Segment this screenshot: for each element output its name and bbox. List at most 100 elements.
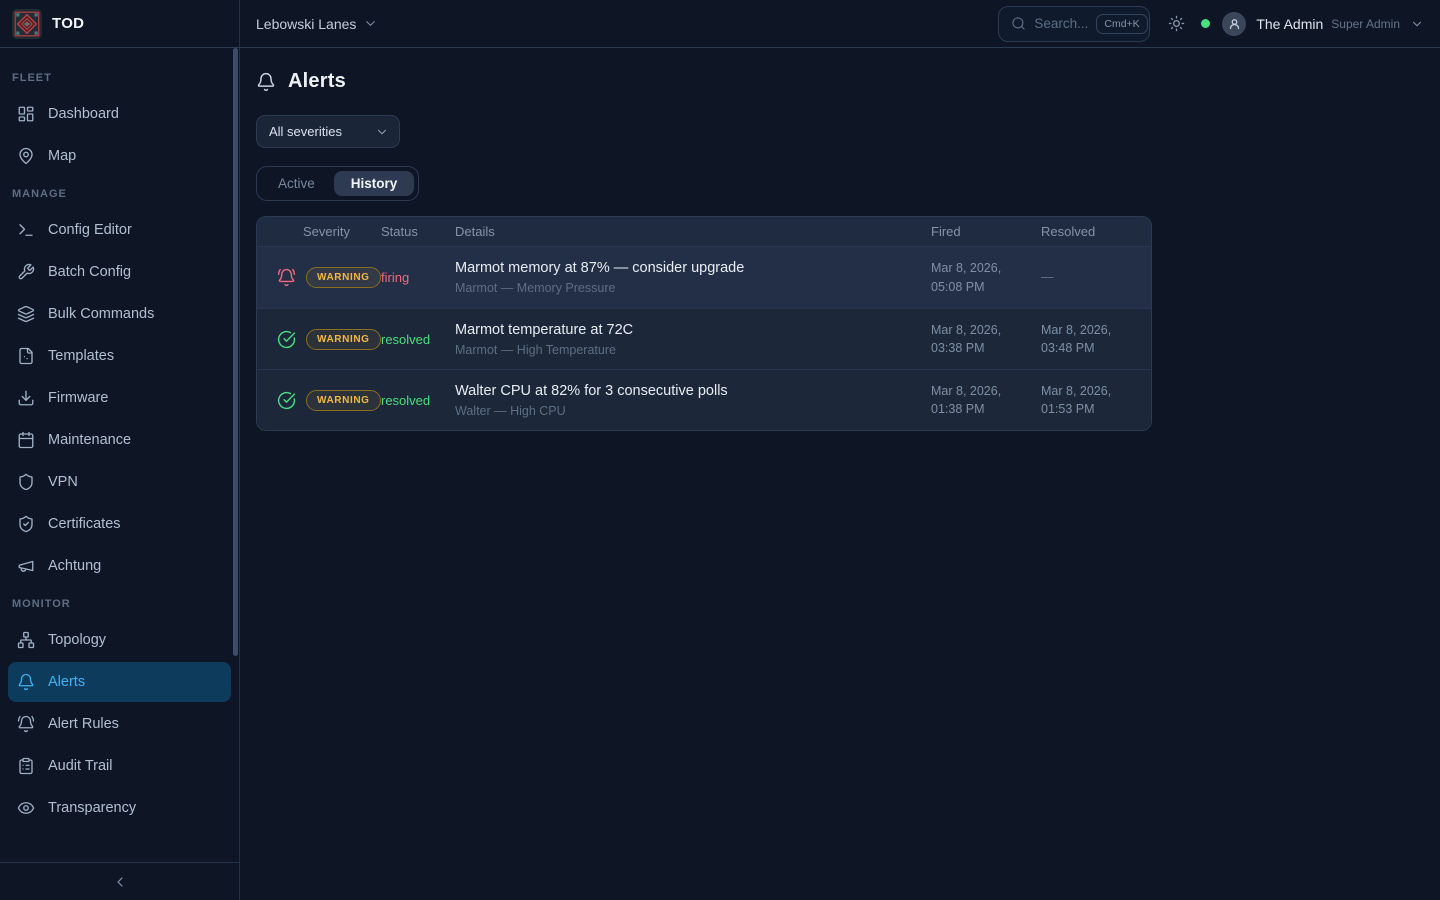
chevron-down-icon: [1410, 17, 1424, 31]
sidebar-item-vpn[interactable]: VPN: [8, 462, 231, 502]
status-text: resolved: [373, 393, 455, 408]
shield-icon: [17, 473, 35, 491]
details-cell: Walter CPU at 82% for 3 consecutive poll…: [455, 383, 931, 418]
severity-cell: WARNING: [257, 267, 373, 288]
sidebar-item-label: Config Editor: [48, 222, 132, 238]
sidebar-item-certificates[interactable]: Certificates: [8, 504, 231, 544]
download-icon: [17, 389, 35, 407]
severity-filter-select[interactable]: All severities: [256, 115, 400, 148]
sidebar-item-templates[interactable]: Templates: [8, 336, 231, 376]
sidebar-item-label: Topology: [48, 632, 106, 648]
sidebar-footer: [0, 862, 239, 900]
sidebar-item-label: Audit Trail: [48, 758, 112, 774]
fired-timestamp: Mar 8, 2026, 05:08 PM: [931, 259, 1041, 295]
status-text: firing: [373, 270, 455, 285]
sidebar-item-label: Bulk Commands: [48, 306, 154, 322]
alert-title: Marmot temperature at 72C: [455, 322, 931, 338]
alert-title: Walter CPU at 82% for 3 consecutive poll…: [455, 383, 931, 399]
details-cell: Marmot memory at 87% — consider upgrade …: [455, 260, 931, 295]
sidebar-item-label: Dashboard: [48, 106, 119, 122]
theme-toggle-button[interactable]: [1168, 15, 1185, 32]
search-input[interactable]: Search... Cmd+K: [998, 6, 1150, 42]
table-row[interactable]: WARNING resolved Walter CPU at 82% for 3…: [257, 369, 1151, 430]
section-label-manage: MANAGE: [0, 178, 239, 208]
fired-timestamp: Mar 8, 2026, 01:38 PM: [931, 382, 1041, 418]
chevron-down-icon: [375, 125, 389, 139]
fired-timestamp: Mar 8, 2026, 03:38 PM: [931, 321, 1041, 357]
sidebar-item-dashboard[interactable]: Dashboard: [8, 94, 231, 134]
sidebar-item-label: VPN: [48, 474, 78, 490]
chevron-left-icon: [112, 874, 128, 890]
sidebar-item-map[interactable]: Map: [8, 136, 231, 176]
column-header-severity: Severity: [257, 224, 373, 239]
sidebar-item-alerts[interactable]: Alerts: [8, 662, 231, 702]
sidebar-item-label: Transparency: [48, 800, 136, 816]
alert-subtitle: Marmot — High Temperature: [455, 343, 931, 357]
severity-badge: WARNING: [306, 267, 381, 288]
topbar-right: Search... Cmd+K The Admin Super Admin: [998, 6, 1440, 42]
search-placeholder: Search...: [1034, 16, 1088, 31]
sidebar-item-transparency[interactable]: Transparency: [8, 788, 231, 828]
terminal-icon: [17, 221, 35, 239]
page-header: Alerts: [256, 70, 1424, 93]
sidebar-item-label: Batch Config: [48, 264, 131, 280]
sidebar-item-topology[interactable]: Topology: [8, 620, 231, 660]
sun-icon: [1168, 15, 1185, 32]
sidebar-item-firmware[interactable]: Firmware: [8, 378, 231, 418]
file-icon: [17, 347, 35, 365]
bell-ring-icon: [17, 715, 35, 733]
sidebar-item-label: Templates: [48, 348, 114, 364]
check-circle-icon: [277, 391, 296, 410]
layout-dashboard-icon: [17, 105, 35, 123]
user-menu-button[interactable]: [1410, 17, 1424, 31]
network-icon: [17, 631, 35, 649]
sidebar-scrollbar[interactable]: [233, 48, 238, 656]
tab-history[interactable]: History: [334, 171, 415, 196]
search-icon: [1011, 16, 1026, 31]
page-title: Alerts: [288, 70, 346, 93]
resolved-timestamp: Mar 8, 2026, 01:53 PM: [1041, 382, 1152, 418]
bell-icon: [17, 673, 35, 691]
table-header: Severity Status Details Fired Resolved: [257, 217, 1151, 247]
main-content: Alerts All severities Active History Sev…: [240, 48, 1440, 900]
bell-icon: [256, 72, 276, 92]
section-label-monitor: MONITOR: [0, 588, 239, 618]
severity-cell: WARNING: [257, 390, 373, 411]
sidebar-item-label: Maintenance: [48, 432, 131, 448]
sidebar-item-batch-config[interactable]: Batch Config: [8, 252, 231, 292]
topbar: TOD Lebowski Lanes Search... Cmd+K The A…: [0, 0, 1440, 48]
shield-check-icon: [17, 515, 35, 533]
tab-active[interactable]: Active: [261, 171, 332, 196]
rug-logo-icon: [12, 9, 42, 39]
status-text: resolved: [373, 332, 455, 347]
sidebar-item-bulk-commands[interactable]: Bulk Commands: [8, 294, 231, 334]
eye-icon: [17, 799, 35, 817]
resolved-timestamp: Mar 8, 2026, 03:48 PM: [1041, 321, 1152, 357]
sidebar-nav: FLEET Dashboard Map MANAGE Config Editor…: [0, 48, 239, 862]
sidebar-item-audit-trail[interactable]: Audit Trail: [8, 746, 231, 786]
check-circle-icon: [277, 330, 296, 349]
user-icon: [1227, 16, 1242, 31]
column-header-details: Details: [455, 224, 931, 239]
column-header-fired: Fired: [931, 224, 1041, 239]
sidebar-item-label: Achtung: [48, 558, 101, 574]
sidebar-item-maintenance[interactable]: Maintenance: [8, 420, 231, 460]
megaphone-icon: [17, 557, 35, 575]
section-label-fleet: FLEET: [0, 62, 239, 92]
sidebar-item-label: Firmware: [48, 390, 108, 406]
org-switcher[interactable]: Lebowski Lanes: [256, 16, 378, 32]
sidebar-item-config-editor[interactable]: Config Editor: [8, 210, 231, 250]
avatar[interactable]: [1222, 12, 1246, 36]
chevron-down-icon: [363, 16, 378, 31]
alerts-table: Severity Status Details Fired Resolved W…: [256, 216, 1152, 431]
user-role-badge: Super Admin: [1331, 17, 1400, 31]
sidebar-item-alert-rules[interactable]: Alert Rules: [8, 704, 231, 744]
table-row[interactable]: WARNING resolved Marmot temperature at 7…: [257, 308, 1151, 369]
sidebar-item-achtung[interactable]: Achtung: [8, 546, 231, 586]
details-cell: Marmot temperature at 72C Marmot — High …: [455, 322, 931, 357]
sidebar-collapse-button[interactable]: [112, 874, 128, 890]
bell-ring-icon: [277, 268, 296, 287]
table-row[interactable]: WARNING firing Marmot memory at 87% — co…: [257, 247, 1151, 308]
severity-badge: WARNING: [306, 329, 381, 350]
column-header-resolved: Resolved: [1041, 224, 1152, 239]
